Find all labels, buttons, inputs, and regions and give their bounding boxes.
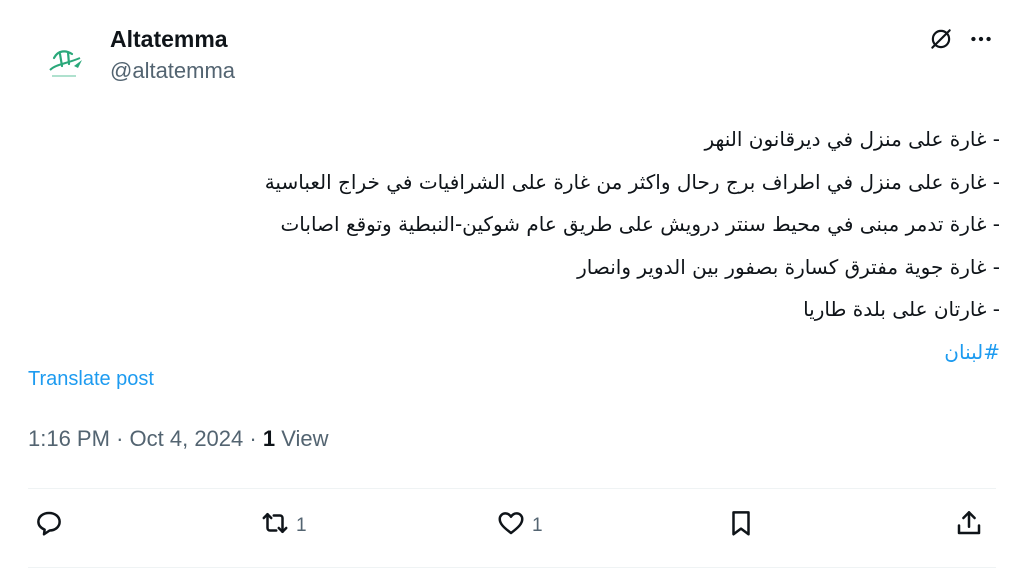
meta-separator: ·: [116, 426, 124, 451]
reply-button[interactable]: [34, 508, 70, 544]
heart-icon: [496, 508, 526, 544]
display-name[interactable]: Altatemma: [110, 24, 235, 54]
post-line: - غارة على منزل في ديرقانون النهر: [704, 127, 1000, 151]
views-count[interactable]: 1: [263, 426, 275, 451]
post-line: - غارة تدمر مبنى في محيط سنتر درويش على …: [280, 212, 1000, 236]
divider: [28, 567, 996, 568]
views-label[interactable]: View: [281, 426, 328, 451]
meta-separator: ·: [249, 426, 257, 451]
grok-icon[interactable]: [928, 26, 954, 57]
reply-icon: [34, 508, 64, 544]
hashtag-link[interactable]: #لبنان: [944, 340, 1000, 364]
divider: [28, 488, 996, 489]
bookmark-button[interactable]: [726, 508, 756, 544]
repost-icon: [260, 508, 290, 544]
post-line: - غارة على منزل في اطراف برج رحال واكثر …: [264, 169, 1000, 194]
share-icon: [954, 508, 984, 544]
post-date[interactable]: Oct 4, 2024: [130, 426, 244, 451]
translate-post-link[interactable]: Translate post: [28, 368, 154, 391]
post-header: Altatemma @altatemma: [28, 22, 1000, 92]
like-count: 1: [532, 515, 543, 536]
share-button[interactable]: [954, 508, 984, 544]
action-bar: 1 1: [28, 508, 1000, 552]
post-text: - غارة على منزل في ديرقانون النهر - غارة…: [40, 118, 1000, 373]
repost-button[interactable]: 1: [260, 508, 307, 544]
altatemma-logo-icon: [49, 50, 82, 77]
bookmark-icon: [726, 508, 756, 544]
post-line: - غارة جوية مفترق كسارة بصفور بين الدوير…: [577, 254, 1000, 279]
post-time[interactable]: 1:16 PM: [28, 426, 110, 451]
handle[interactable]: @altatemma: [110, 56, 235, 86]
post-line: - غارتان على بلدة طاريا: [803, 297, 1000, 321]
repost-count: 1: [296, 515, 307, 536]
post-meta: 1:16 PM · Oct 4, 2024 · 1 View: [28, 426, 329, 452]
like-button[interactable]: 1: [496, 508, 543, 544]
avatar[interactable]: [36, 36, 92, 92]
more-icon[interactable]: [968, 26, 994, 57]
